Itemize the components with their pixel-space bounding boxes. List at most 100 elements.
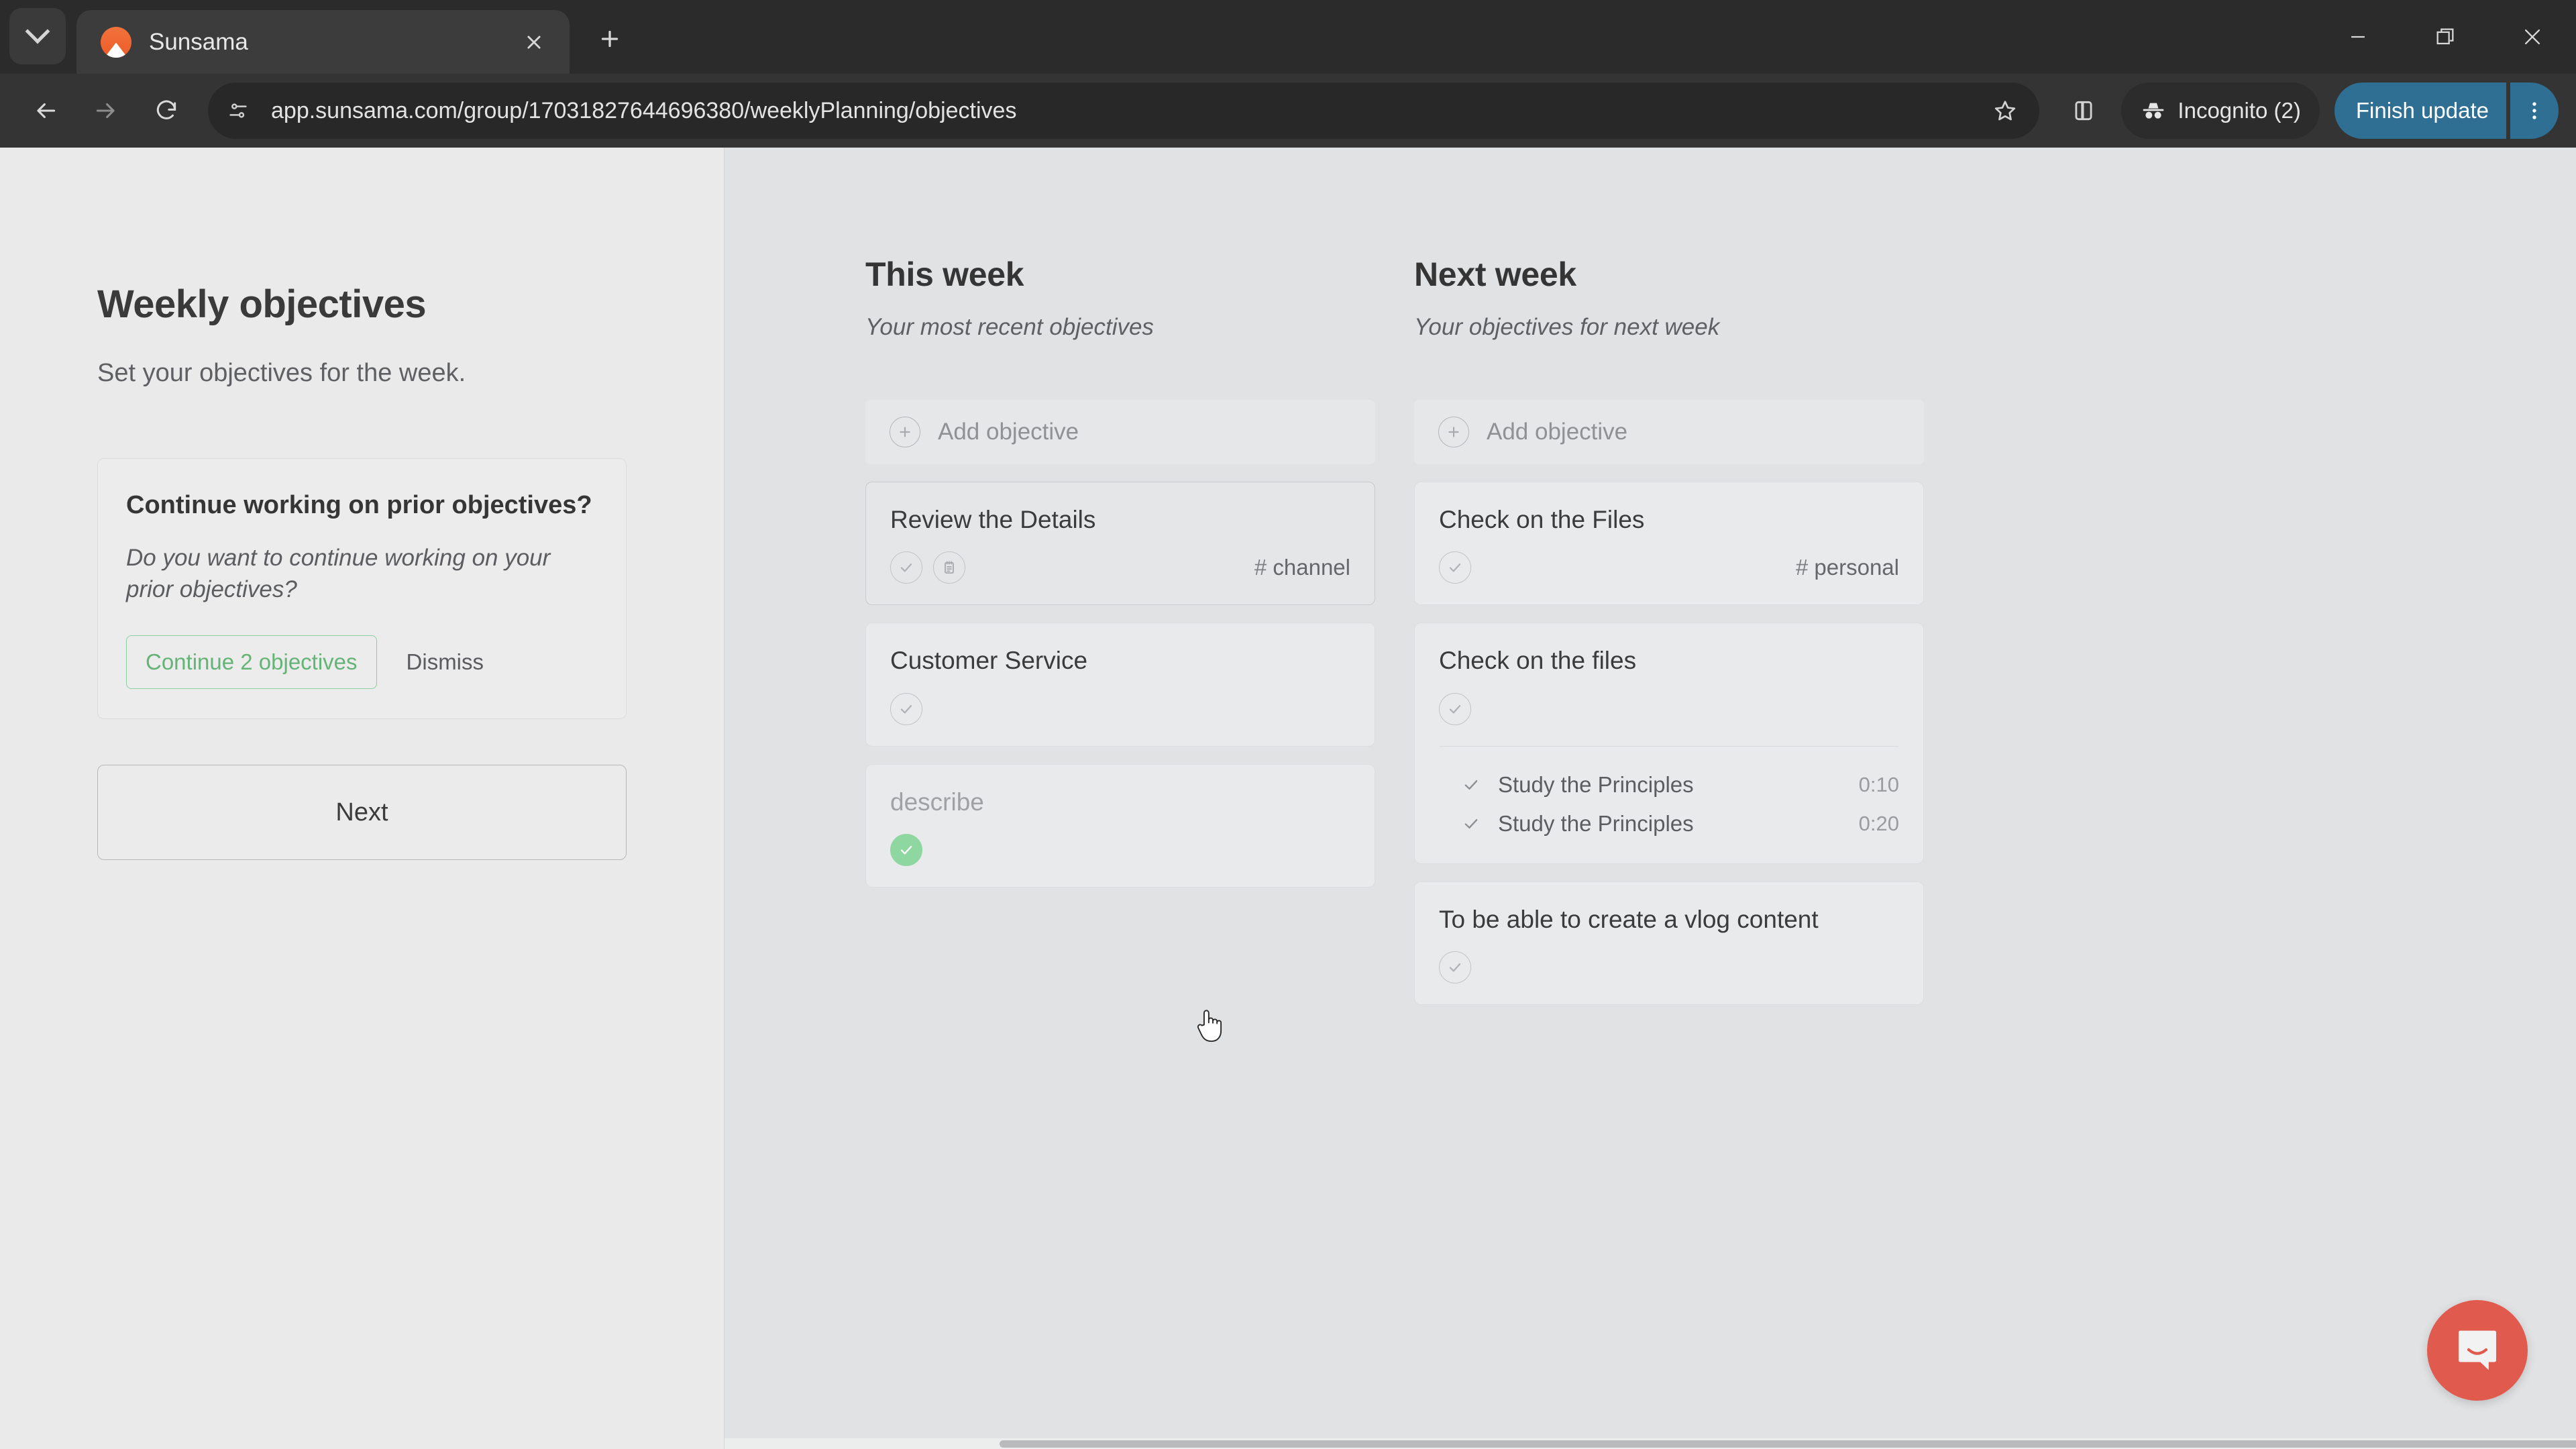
side-panel-icon[interactable] bbox=[2057, 84, 2110, 138]
continue-objectives-button[interactable]: Continue 2 objectives bbox=[126, 635, 377, 690]
chevron-down-icon bbox=[25, 19, 50, 44]
objective-columns: This week Your most recent objectives Add … bbox=[724, 255, 2576, 1006]
subtask-item[interactable]: Study the Principles 0:10 bbox=[1439, 765, 1899, 804]
finish-update-label: Finish update bbox=[2355, 98, 2489, 123]
objective-complete-toggle[interactable] bbox=[890, 551, 922, 584]
bookmark-star-icon[interactable] bbox=[1982, 87, 2029, 134]
objective-meta-row bbox=[1439, 692, 1899, 726]
objective-card[interactable]: Review the Details # channel bbox=[865, 482, 1375, 606]
intercom-launcher-button[interactable] bbox=[2427, 1300, 2528, 1401]
objective-complete-toggle[interactable] bbox=[890, 692, 922, 725]
objective-title: Customer Service bbox=[890, 647, 1088, 675]
objective-channel-tag[interactable]: # personal bbox=[1796, 555, 1899, 580]
objective-tag-label: personal bbox=[1814, 555, 1899, 580]
new-tab-button[interactable] bbox=[586, 15, 634, 63]
sunsama-favicon-icon bbox=[101, 26, 131, 58]
add-objective-label: Add objective bbox=[938, 419, 1079, 445]
objective-card[interactable]: describe bbox=[865, 763, 1375, 888]
subtask-label: Study the Principles bbox=[1498, 810, 1694, 836]
tab-search-button[interactable] bbox=[9, 8, 66, 64]
incognito-indicator[interactable]: Incognito (2) bbox=[2121, 83, 2320, 139]
objective-complete-toggle[interactable] bbox=[890, 834, 922, 867]
objective-column-this-week: This week Your most recent objectives Add … bbox=[865, 255, 1375, 1005]
objective-meta-row bbox=[890, 692, 1350, 726]
objective-icons bbox=[1439, 692, 1471, 725]
add-objective-button[interactable]: Add objective bbox=[865, 400, 1375, 464]
mouse-cursor-pointer bbox=[1197, 1010, 1222, 1042]
hash-icon: # bbox=[1795, 555, 1809, 580]
tab-close-icon[interactable] bbox=[516, 24, 552, 60]
subtask-duration: 0:10 bbox=[1858, 772, 1899, 796]
browser-toolbar: app.sunsama.com/group/17031827644696380/… bbox=[0, 74, 2576, 148]
objective-meta-row bbox=[1439, 951, 1899, 984]
objective-icons bbox=[890, 692, 922, 725]
objective-meta-row: # personal bbox=[1439, 551, 1899, 584]
objective-meta-row: # channel bbox=[890, 551, 1350, 584]
subtask-item[interactable]: Study the Principles 0:20 bbox=[1439, 804, 1899, 843]
subtask-label: Study the Principles bbox=[1498, 771, 1694, 797]
column-subtitle: Your objectives for next week bbox=[1414, 314, 1720, 340]
close-window-button[interactable] bbox=[2489, 0, 2576, 74]
prompt-actions: Continue 2 objectives Dismiss bbox=[126, 635, 598, 690]
address-bar[interactable]: app.sunsama.com/group/17031827644696380/… bbox=[208, 83, 2040, 139]
browser-tab-sunsama[interactable]: Sunsama bbox=[76, 10, 570, 74]
objective-complete-toggle[interactable] bbox=[1439, 551, 1471, 584]
maximize-button[interactable] bbox=[2402, 0, 2489, 74]
objective-icons bbox=[1439, 551, 1471, 584]
objective-meta-row bbox=[890, 833, 1350, 867]
add-objective-button[interactable]: Add objective bbox=[1414, 400, 1924, 464]
objective-card[interactable]: To be able to create a vlog content bbox=[1414, 881, 1924, 1006]
objective-card[interactable]: Check on the files Study the Principles 0:… bbox=[1414, 623, 1924, 864]
check-icon bbox=[1464, 818, 1478, 828]
horizontal-scrollbar[interactable] bbox=[724, 1438, 2576, 1449]
site-info-icon[interactable] bbox=[216, 89, 260, 133]
reload-button[interactable] bbox=[138, 83, 195, 139]
minimize-button[interactable] bbox=[2314, 0, 2402, 74]
hash-icon: # bbox=[1254, 555, 1267, 580]
forward-button[interactable] bbox=[78, 83, 134, 139]
objective-icons bbox=[1439, 951, 1471, 984]
prompt-title: Continue working on prior objectives? bbox=[126, 491, 592, 519]
plus-icon bbox=[900, 427, 910, 437]
tab-strip: Sunsama bbox=[0, 0, 2576, 74]
plus-icon bbox=[1448, 427, 1459, 437]
column-title: Next week bbox=[1414, 256, 1576, 293]
prior-objectives-prompt: Continue working on prior objectives? Do… bbox=[97, 458, 627, 720]
prompt-body: Do you want to continue working on your … bbox=[126, 544, 551, 603]
objective-icons bbox=[890, 834, 922, 867]
objective-card[interactable]: Check on the Files # personal bbox=[1414, 482, 1924, 606]
dismiss-button[interactable]: Dismiss bbox=[407, 649, 484, 675]
objectives-main: CLOSE This weekYour most recent objectiv… bbox=[724, 148, 2576, 1449]
check-icon bbox=[900, 564, 912, 572]
next-button[interactable]: Next bbox=[97, 765, 627, 861]
objective-title: Review the Details bbox=[890, 506, 1096, 533]
back-button[interactable] bbox=[17, 83, 74, 139]
page-viewport: Weekly objectives Set your objectives fo… bbox=[0, 148, 2576, 1449]
chrome-menu-button[interactable] bbox=[2510, 83, 2559, 139]
plus-circle-icon bbox=[1438, 417, 1469, 447]
chat-bubble-icon bbox=[2459, 1330, 2496, 1371]
objective-title: Check on the Files bbox=[1439, 506, 1645, 533]
check-icon bbox=[1449, 704, 1461, 714]
check-icon bbox=[900, 704, 912, 714]
plus-circle-icon bbox=[890, 417, 920, 447]
objective-notes-button[interactable] bbox=[933, 551, 965, 584]
check-icon bbox=[1449, 564, 1461, 572]
scrollbar-thumb[interactable] bbox=[1000, 1440, 2576, 1448]
check-icon bbox=[1449, 963, 1461, 972]
objective-complete-toggle[interactable] bbox=[1439, 951, 1471, 984]
note-icon bbox=[945, 561, 954, 574]
weekly-planning-sidebar: Weekly objectives Set your objectives fo… bbox=[0, 148, 724, 1449]
objective-title: describe bbox=[890, 788, 984, 816]
check-icon bbox=[900, 846, 912, 855]
objective-card[interactable]: Customer Service bbox=[865, 623, 1375, 747]
page-subtitle: Set your objectives for the week. bbox=[97, 359, 466, 387]
objective-complete-toggle[interactable] bbox=[1439, 692, 1471, 725]
finish-update-button[interactable]: Finish update bbox=[2334, 83, 2506, 139]
objective-channel-tag[interactable]: # channel bbox=[1254, 555, 1350, 580]
subtask-duration: 0:20 bbox=[1858, 811, 1899, 835]
check-icon bbox=[1464, 780, 1478, 790]
url-text: app.sunsama.com/group/17031827644696380/… bbox=[271, 97, 1017, 123]
objective-title: To be able to create a vlog content bbox=[1439, 905, 1819, 933]
browser-window: Sunsama app.sunsama.com/group/1703182764… bbox=[0, 0, 2576, 1449]
